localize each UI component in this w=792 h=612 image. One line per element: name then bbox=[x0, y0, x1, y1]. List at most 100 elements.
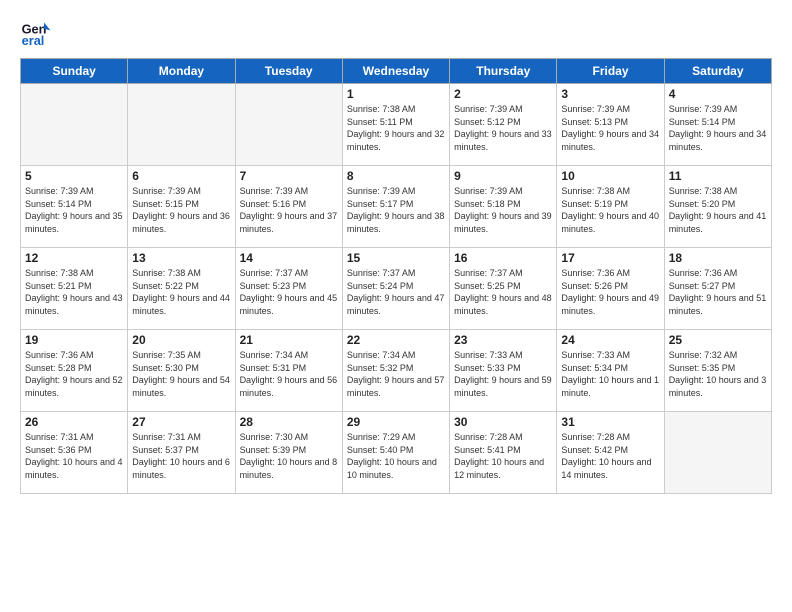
day-info: Sunrise: 7:37 AMSunset: 5:24 PMDaylight:… bbox=[347, 267, 445, 317]
day-info: Sunrise: 7:39 AMSunset: 5:16 PMDaylight:… bbox=[240, 185, 338, 235]
day-info: Sunrise: 7:34 AMSunset: 5:32 PMDaylight:… bbox=[347, 349, 445, 399]
day-info: Sunrise: 7:33 AMSunset: 5:33 PMDaylight:… bbox=[454, 349, 552, 399]
svg-text:eral: eral bbox=[22, 33, 45, 48]
calendar-cell: 3 Sunrise: 7:39 AMSunset: 5:13 PMDaylight… bbox=[557, 84, 664, 166]
day-info: Sunrise: 7:32 AMSunset: 5:35 PMDaylight:… bbox=[669, 349, 767, 399]
calendar-cell: 9 Sunrise: 7:39 AMSunset: 5:18 PMDaylight… bbox=[450, 166, 557, 248]
day-info: Sunrise: 7:39 AMSunset: 5:13 PMDaylight:… bbox=[561, 103, 659, 153]
day-info: Sunrise: 7:38 AMSunset: 5:20 PMDaylight:… bbox=[669, 185, 767, 235]
calendar-cell: 27 Sunrise: 7:31 AMSunset: 5:37 PMDayligh… bbox=[128, 412, 235, 494]
day-info: Sunrise: 7:28 AMSunset: 5:41 PMDaylight:… bbox=[454, 431, 552, 481]
day-number: 11 bbox=[669, 169, 767, 183]
calendar-cell: 28 Sunrise: 7:30 AMSunset: 5:39 PMDayligh… bbox=[235, 412, 342, 494]
day-number: 24 bbox=[561, 333, 659, 347]
calendar-cell: 21Sunrise: 7:34 AMSunset: 5:31 PMDayligh… bbox=[235, 330, 342, 412]
day-number: 29 bbox=[347, 415, 445, 429]
day-number: 4 bbox=[669, 87, 767, 101]
day-number: 27 bbox=[132, 415, 230, 429]
day-number: 26 bbox=[25, 415, 123, 429]
calendar-cell: 25 Sunrise: 7:32 AMSunset: 5:35 PMDayligh… bbox=[664, 330, 771, 412]
day-number: 9 bbox=[454, 169, 552, 183]
calendar-cell: 18 Sunrise: 7:36 AMSunset: 5:27 PMDayligh… bbox=[664, 248, 771, 330]
day-number: 12 bbox=[25, 251, 123, 265]
weekday-header-wednesday: Wednesday bbox=[342, 59, 449, 84]
day-number: 3 bbox=[561, 87, 659, 101]
day-info: Sunrise: 7:36 AMSunset: 5:28 PMDaylight:… bbox=[25, 349, 123, 399]
weekday-header-thursday: Thursday bbox=[450, 59, 557, 84]
day-info: Sunrise: 7:38 AMSunset: 5:21 PMDaylight:… bbox=[25, 267, 123, 317]
day-info: Sunrise: 7:29 AMSunset: 5:40 PMDaylight:… bbox=[347, 431, 445, 481]
day-info: Sunrise: 7:33 AMSunset: 5:34 PMDaylight:… bbox=[561, 349, 659, 399]
day-number: 21 bbox=[240, 333, 338, 347]
day-info: Sunrise: 7:36 AMSunset: 5:27 PMDaylight:… bbox=[669, 267, 767, 317]
calendar-cell: 5Sunrise: 7:39 AMSunset: 5:14 PMDaylight… bbox=[21, 166, 128, 248]
calendar-cell: 20Sunrise: 7:35 AMSunset: 5:30 PMDayligh… bbox=[128, 330, 235, 412]
day-info: Sunrise: 7:39 AMSunset: 5:12 PMDaylight:… bbox=[454, 103, 552, 153]
calendar-cell: 8Sunrise: 7:39 AMSunset: 5:17 PMDaylight… bbox=[342, 166, 449, 248]
weekday-header-sunday: Sunday bbox=[21, 59, 128, 84]
day-info: Sunrise: 7:38 AMSunset: 5:19 PMDaylight:… bbox=[561, 185, 659, 235]
day-number: 31 bbox=[561, 415, 659, 429]
weekday-header-row: SundayMondayTuesdayWednesdayThursdayFrid… bbox=[21, 59, 772, 84]
logo: Gen eral bbox=[20, 16, 56, 48]
day-number: 22 bbox=[347, 333, 445, 347]
calendar-cell: 24 Sunrise: 7:33 AMSunset: 5:34 PMDayligh… bbox=[557, 330, 664, 412]
calendar-cell: 14 Sunrise: 7:37 AMSunset: 5:23 PMDayligh… bbox=[235, 248, 342, 330]
day-info: Sunrise: 7:38 AMSunset: 5:11 PMDaylight:… bbox=[347, 103, 445, 153]
calendar-cell bbox=[664, 412, 771, 494]
day-number: 23 bbox=[454, 333, 552, 347]
day-number: 30 bbox=[454, 415, 552, 429]
calendar-cell bbox=[21, 84, 128, 166]
calendar-week-1: 5Sunrise: 7:39 AMSunset: 5:14 PMDaylight… bbox=[21, 166, 772, 248]
day-number: 6 bbox=[132, 169, 230, 183]
calendar-cell bbox=[235, 84, 342, 166]
day-info: Sunrise: 7:39 AMSunset: 5:14 PMDaylight:… bbox=[25, 185, 123, 235]
calendar-cell: 10 Sunrise: 7:38 AMSunset: 5:19 PMDayligh… bbox=[557, 166, 664, 248]
day-number: 28 bbox=[240, 415, 338, 429]
day-info: Sunrise: 7:39 AMSunset: 5:15 PMDaylight:… bbox=[132, 185, 230, 235]
calendar-cell: 15 Sunrise: 7:37 AMSunset: 5:24 PMDayligh… bbox=[342, 248, 449, 330]
calendar-cell: 2 Sunrise: 7:39 AMSunset: 5:12 PMDaylight… bbox=[450, 84, 557, 166]
day-number: 15 bbox=[347, 251, 445, 265]
day-info: Sunrise: 7:37 AMSunset: 5:23 PMDaylight:… bbox=[240, 267, 338, 317]
weekday-header-saturday: Saturday bbox=[664, 59, 771, 84]
day-number: 10 bbox=[561, 169, 659, 183]
day-number: 8 bbox=[347, 169, 445, 183]
calendar-cell: 19 Sunrise: 7:36 AMSunset: 5:28 PMDayligh… bbox=[21, 330, 128, 412]
logo-icon: Gen eral bbox=[20, 16, 52, 48]
calendar-cell: 7 Sunrise: 7:39 AMSunset: 5:16 PMDaylight… bbox=[235, 166, 342, 248]
day-info: Sunrise: 7:37 AMSunset: 5:25 PMDaylight:… bbox=[454, 267, 552, 317]
day-info: Sunrise: 7:39 AMSunset: 5:18 PMDaylight:… bbox=[454, 185, 552, 235]
calendar-week-0: 1 Sunrise: 7:38 AMSunset: 5:11 PMDaylight… bbox=[21, 84, 772, 166]
calendar: SundayMondayTuesdayWednesdayThursdayFrid… bbox=[20, 58, 772, 494]
calendar-cell: 1 Sunrise: 7:38 AMSunset: 5:11 PMDaylight… bbox=[342, 84, 449, 166]
day-info: Sunrise: 7:36 AMSunset: 5:26 PMDaylight:… bbox=[561, 267, 659, 317]
day-info: Sunrise: 7:35 AMSunset: 5:30 PMDaylight:… bbox=[132, 349, 230, 399]
day-number: 13 bbox=[132, 251, 230, 265]
calendar-cell: 12 Sunrise: 7:38 AMSunset: 5:21 PMDayligh… bbox=[21, 248, 128, 330]
day-info: Sunrise: 7:30 AMSunset: 5:39 PMDaylight:… bbox=[240, 431, 338, 481]
weekday-header-friday: Friday bbox=[557, 59, 664, 84]
calendar-cell: 30 Sunrise: 7:28 AMSunset: 5:41 PMDayligh… bbox=[450, 412, 557, 494]
day-number: 19 bbox=[25, 333, 123, 347]
calendar-cell: 23 Sunrise: 7:33 AMSunset: 5:33 PMDayligh… bbox=[450, 330, 557, 412]
day-number: 1 bbox=[347, 87, 445, 101]
day-number: 25 bbox=[669, 333, 767, 347]
calendar-cell: 31Sunrise: 7:28 AMSunset: 5:42 PMDayligh… bbox=[557, 412, 664, 494]
calendar-week-4: 26 Sunrise: 7:31 AMSunset: 5:36 PMDayligh… bbox=[21, 412, 772, 494]
day-number: 17 bbox=[561, 251, 659, 265]
day-number: 7 bbox=[240, 169, 338, 183]
calendar-week-2: 12 Sunrise: 7:38 AMSunset: 5:21 PMDayligh… bbox=[21, 248, 772, 330]
day-number: 18 bbox=[669, 251, 767, 265]
day-number: 2 bbox=[454, 87, 552, 101]
day-number: 16 bbox=[454, 251, 552, 265]
day-info: Sunrise: 7:31 AMSunset: 5:36 PMDaylight:… bbox=[25, 431, 123, 481]
day-info: Sunrise: 7:31 AMSunset: 5:37 PMDaylight:… bbox=[132, 431, 230, 481]
day-number: 14 bbox=[240, 251, 338, 265]
calendar-cell: 4Sunrise: 7:39 AMSunset: 5:14 PMDaylight… bbox=[664, 84, 771, 166]
calendar-cell bbox=[128, 84, 235, 166]
calendar-cell: 11 Sunrise: 7:38 AMSunset: 5:20 PMDayligh… bbox=[664, 166, 771, 248]
weekday-header-tuesday: Tuesday bbox=[235, 59, 342, 84]
calendar-week-3: 19 Sunrise: 7:36 AMSunset: 5:28 PMDayligh… bbox=[21, 330, 772, 412]
day-info: Sunrise: 7:38 AMSunset: 5:22 PMDaylight:… bbox=[132, 267, 230, 317]
